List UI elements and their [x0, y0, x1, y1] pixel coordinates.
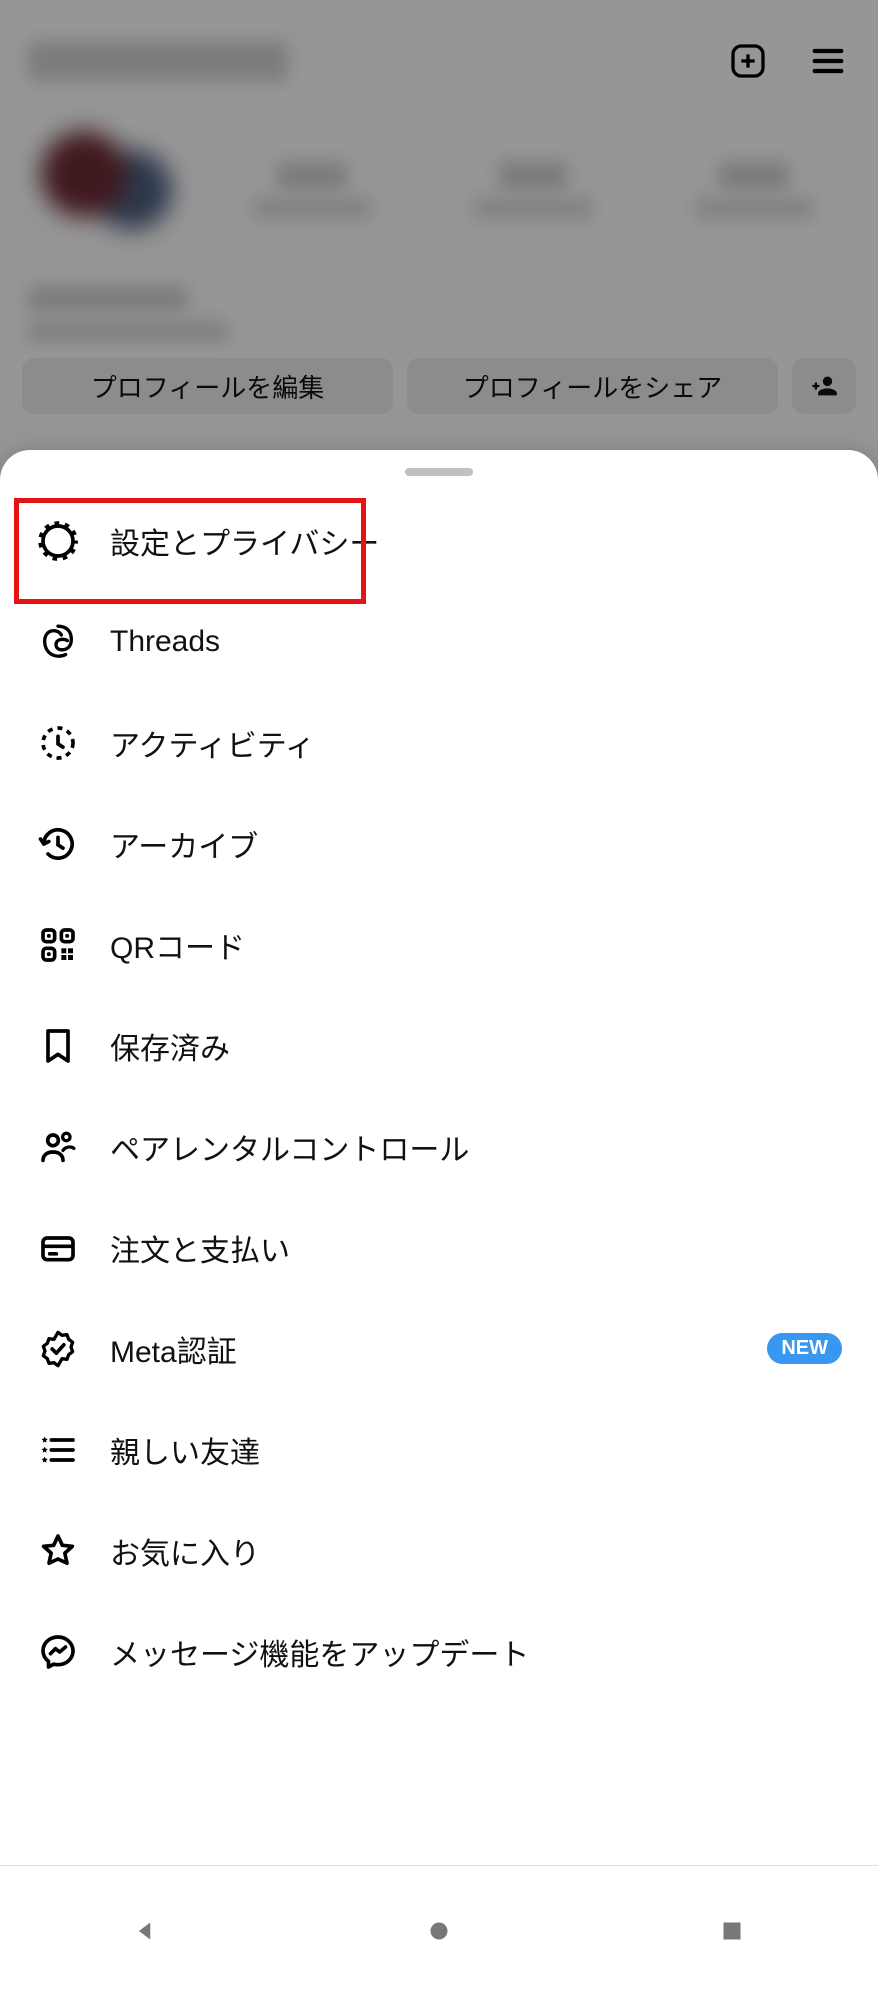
sheet-drag-handle[interactable]: [405, 468, 473, 476]
menu-item-label: QRコード: [110, 923, 842, 967]
bookmark-icon: [36, 1024, 80, 1068]
menu-item-label: 設定とプライバシー: [110, 519, 842, 563]
card-icon: [36, 1226, 80, 1270]
menu-item-label: アーカイブ: [110, 822, 842, 866]
menu-item-qr[interactable]: QRコード: [0, 894, 878, 995]
menu-item-label: 親しい友達: [110, 1428, 842, 1472]
menu-item-meta[interactable]: Meta認証 NEW: [0, 1298, 878, 1399]
menu-item-label: メッセージ機能をアップデート: [110, 1630, 842, 1674]
menu-item-archive[interactable]: アーカイブ: [0, 793, 878, 894]
menu-item-parental[interactable]: ペアレンタルコントロール: [0, 1096, 878, 1197]
menu-item-label: ペアレンタルコントロール: [110, 1125, 842, 1169]
threads-icon: [36, 620, 80, 664]
nav-recent-button[interactable]: [692, 1891, 772, 1971]
nav-home-button[interactable]: [399, 1891, 479, 1971]
archive-icon: [36, 822, 80, 866]
menu-item-label: お気に入り: [110, 1529, 842, 1573]
menu-item-label: Threads: [110, 625, 842, 659]
menu-item-payments[interactable]: 注文と支払い: [0, 1197, 878, 1298]
menu-item-close[interactable]: 親しい友達: [0, 1399, 878, 1500]
menu-item-label: Meta認証: [110, 1327, 737, 1371]
menu-list: 設定とプライバシー Threads アクティビティアーカイブ QRコード保存済みペアレ…: [0, 490, 878, 1702]
system-navbar: [0, 1865, 878, 1995]
menu-item-saved[interactable]: 保存済み: [0, 995, 878, 1096]
menu-item-label: アクティビティ: [110, 721, 842, 765]
menu-item-threads[interactable]: Threads: [0, 591, 878, 692]
qr-icon: [36, 923, 80, 967]
menu-item-messenger[interactable]: メッセージ機能をアップデート: [0, 1601, 878, 1702]
verified-icon: [36, 1327, 80, 1371]
settings-icon: [36, 519, 80, 563]
menu-item-settings[interactable]: 設定とプライバシー: [0, 490, 878, 591]
new-badge: NEW: [767, 1333, 842, 1364]
star-icon: [36, 1529, 80, 1573]
parental-icon: [36, 1125, 80, 1169]
bottom-sheet: 設定とプライバシー Threads アクティビティアーカイブ QRコード保存済みペアレ…: [0, 450, 878, 1865]
menu-item-label: 保存済み: [110, 1024, 842, 1068]
activity-icon: [36, 721, 80, 765]
nav-back-button[interactable]: [106, 1891, 186, 1971]
closefr-icon: [36, 1428, 80, 1472]
menu-item-favorites[interactable]: お気に入り: [0, 1500, 878, 1601]
menu-item-label: 注文と支払い: [110, 1226, 842, 1270]
menu-item-activity[interactable]: アクティビティ: [0, 692, 878, 793]
messenger-icon: [36, 1630, 80, 1674]
